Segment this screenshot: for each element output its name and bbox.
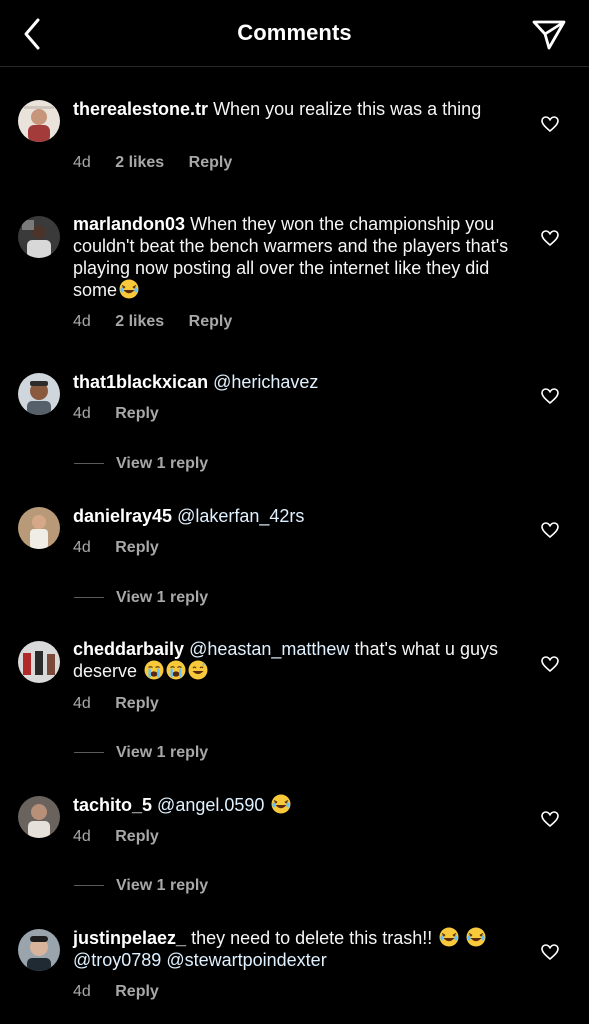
comment-meta: 4d Reply bbox=[73, 539, 179, 557]
avatar[interactable] bbox=[18, 796, 60, 838]
avatar[interactable] bbox=[18, 373, 60, 415]
comment-body: that1blackxican @herichavez bbox=[73, 371, 513, 393]
comment-meta: 4d 2 likes Reply bbox=[73, 313, 252, 331]
comment-username[interactable]: cheddarbaily bbox=[73, 639, 184, 659]
comment-meta: 4d Reply bbox=[73, 405, 179, 423]
reply-button[interactable]: Reply bbox=[189, 313, 233, 330]
comment-mention[interactable]: @heastan_matthew bbox=[189, 639, 349, 659]
header-bar: Comments bbox=[0, 0, 589, 67]
comment-body: danielray45 @lakerfan_42rs bbox=[73, 505, 513, 527]
comment-time: 4d bbox=[73, 983, 91, 1000]
divider bbox=[74, 597, 104, 599]
avatar[interactable] bbox=[18, 507, 60, 549]
comment-meta: 4d Reply bbox=[73, 828, 179, 846]
comment-text: they need to delete this trash!! bbox=[191, 928, 433, 948]
avatar[interactable] bbox=[18, 929, 60, 971]
laughing-emoji-icon bbox=[271, 794, 291, 814]
heart-icon[interactable] bbox=[540, 809, 560, 829]
heart-icon[interactable] bbox=[540, 114, 560, 134]
comment-time: 4d bbox=[73, 154, 91, 171]
view-replies-label: View 1 reply bbox=[116, 455, 209, 472]
reply-button[interactable]: Reply bbox=[189, 154, 233, 171]
view-replies-button[interactable]: View 1 reply bbox=[74, 589, 208, 607]
comment-username[interactable]: marlandon03 bbox=[73, 214, 185, 234]
sweat-smile-emoji-icon bbox=[188, 660, 208, 680]
comment-mention[interactable]: @herichavez bbox=[213, 372, 318, 392]
view-replies-button[interactable]: View 1 reply bbox=[74, 877, 208, 895]
avatar[interactable] bbox=[18, 100, 60, 142]
page-title: Comments bbox=[237, 20, 352, 45]
laughing-emoji-icon bbox=[439, 927, 459, 947]
comment-mention[interactable]: @lakerfan_42rs bbox=[177, 506, 304, 526]
comment-likes[interactable]: 2 likes bbox=[115, 313, 164, 330]
comment-meta: 4d 2 likes Reply bbox=[73, 154, 252, 172]
view-replies-label: View 1 reply bbox=[116, 877, 209, 894]
comment-body: marlandon03 When they won the championsh… bbox=[73, 213, 513, 301]
view-replies-button[interactable]: View 1 reply bbox=[74, 744, 208, 762]
comment-time: 4d bbox=[73, 828, 91, 845]
crying-emoji-icon bbox=[166, 660, 186, 680]
reply-button[interactable]: Reply bbox=[115, 405, 159, 422]
comment-mention[interactable]: @troy0789 bbox=[73, 950, 161, 970]
heart-icon[interactable] bbox=[540, 654, 560, 674]
view-replies-button[interactable]: View 1 reply bbox=[74, 455, 208, 473]
comment-body: tachito_5 @angel.0590 bbox=[73, 794, 513, 816]
laughing-emoji-icon bbox=[466, 927, 486, 947]
comment-mention[interactable]: @angel.0590 bbox=[157, 795, 264, 815]
comment-username[interactable]: tachito_5 bbox=[73, 795, 152, 815]
divider bbox=[74, 463, 104, 465]
comment-time: 4d bbox=[73, 405, 91, 422]
reply-button[interactable]: Reply bbox=[115, 695, 159, 712]
comment-text: When you realize this was a thing bbox=[213, 99, 482, 119]
view-replies-label: View 1 reply bbox=[116, 589, 209, 606]
comment-body: cheddarbaily @heastan_matthew that's wha… bbox=[73, 638, 513, 682]
divider bbox=[74, 885, 104, 887]
comment-meta: 4d Reply bbox=[73, 695, 179, 713]
comment-time: 4d bbox=[73, 695, 91, 712]
avatar[interactable] bbox=[18, 216, 60, 258]
reply-button[interactable]: Reply bbox=[115, 828, 159, 845]
comment-body: justinpelaez_ they need to delete this t… bbox=[73, 927, 513, 971]
comment-username[interactable]: justinpelaez_ bbox=[73, 928, 186, 948]
comment-mention[interactable]: @stewartpoindexter bbox=[166, 950, 326, 970]
comment-username[interactable]: therealestone.tr bbox=[73, 99, 208, 119]
crying-emoji-icon bbox=[144, 660, 164, 680]
view-replies-label: View 1 reply bbox=[116, 744, 209, 761]
comment-body: therealestone.tr When you realize this w… bbox=[73, 98, 513, 120]
heart-icon[interactable] bbox=[540, 942, 560, 962]
comment-username[interactable]: danielray45 bbox=[73, 506, 172, 526]
avatar[interactable] bbox=[18, 641, 60, 683]
heart-icon[interactable] bbox=[540, 520, 560, 540]
heart-icon[interactable] bbox=[540, 386, 560, 406]
comment-username[interactable]: that1blackxican bbox=[73, 372, 208, 392]
laughing-emoji-icon bbox=[119, 279, 139, 299]
comment-meta: 4d Reply bbox=[73, 983, 179, 1001]
reply-button[interactable]: Reply bbox=[115, 983, 159, 1000]
comment-likes[interactable]: 2 likes bbox=[115, 154, 164, 171]
comment-time: 4d bbox=[73, 539, 91, 556]
heart-icon[interactable] bbox=[540, 228, 560, 248]
comment-time: 4d bbox=[73, 313, 91, 330]
paper-plane-icon[interactable] bbox=[529, 14, 569, 54]
reply-button[interactable]: Reply bbox=[115, 539, 159, 556]
divider bbox=[74, 752, 104, 754]
